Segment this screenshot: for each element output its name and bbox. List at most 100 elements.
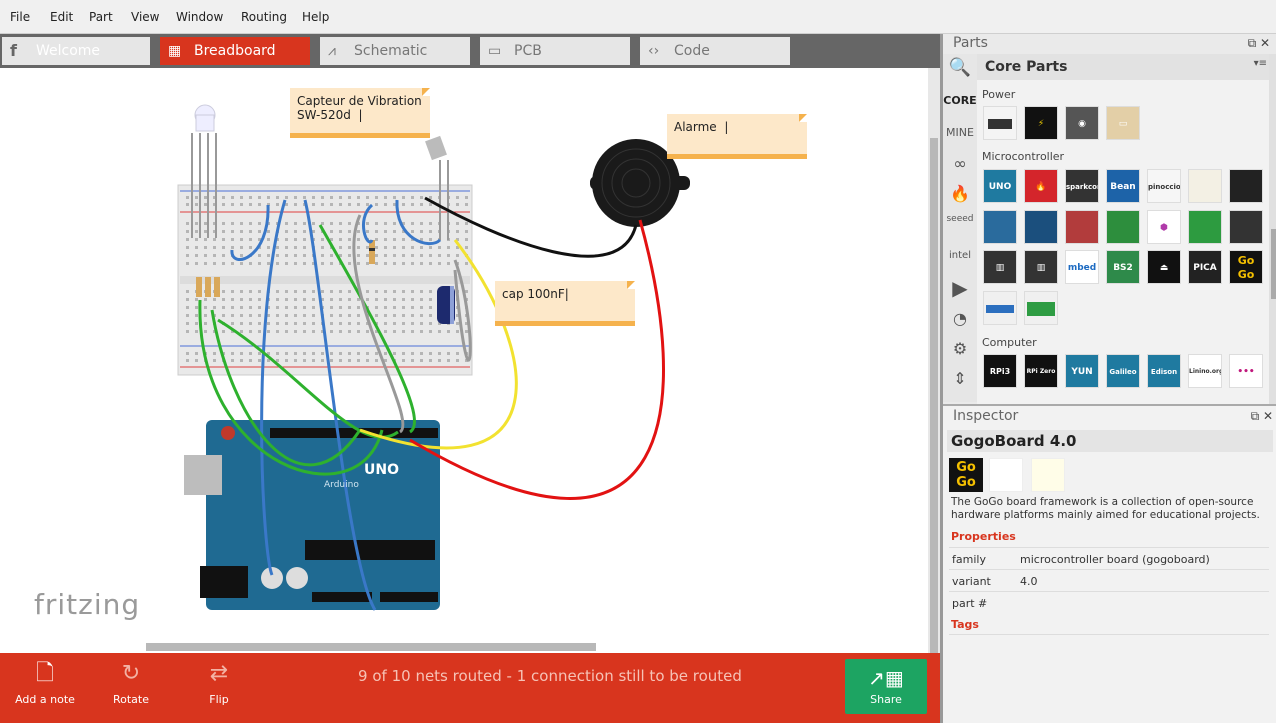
breadboard-hole	[411, 254, 414, 257]
part-pica[interactable]: PICA	[1188, 250, 1222, 284]
vertical-scroll-thumb[interactable]	[930, 138, 938, 658]
part-seeed-board[interactable]	[1188, 210, 1222, 244]
note-alarme[interactable]: Alarme |	[667, 114, 807, 159]
menu-routing[interactable]: Routing	[241, 10, 287, 24]
part-raspberry-pi-zero[interactable]: RPi Zero	[1024, 354, 1058, 388]
part-teensy[interactable]	[1188, 169, 1222, 203]
contrib-bin-icon[interactable]: ⚙	[943, 339, 977, 358]
breadboard-hole	[375, 290, 378, 293]
part-galileo[interactable]: Galileo	[1106, 354, 1140, 388]
part-red-board[interactable]	[1065, 210, 1099, 244]
tab-schematic[interactable]: ⩘ Schematic	[320, 37, 470, 65]
part-sparkcore[interactable]: sparkcore	[1065, 169, 1099, 203]
arduino-bin-icon[interactable]: ∞	[943, 154, 977, 173]
part-ic-board-2[interactable]: ▥	[1024, 250, 1058, 284]
menu-window[interactable]: Window	[176, 10, 223, 24]
arduino-uno[interactable]	[184, 420, 440, 610]
part-ic-board-1[interactable]: ▥	[983, 250, 1017, 284]
part-small-green-board[interactable]	[1024, 291, 1058, 325]
parts-panel-title: Parts	[953, 35, 988, 51]
property-variant-value[interactable]: 4.0	[1020, 575, 1038, 588]
breadboard-hole	[240, 196, 243, 199]
flip-button[interactable]: ⇄ Flip	[174, 653, 264, 706]
snootlab-bin-icon[interactable]: ◔	[943, 309, 977, 328]
more-bin-icon[interactable]: ⇕	[943, 369, 977, 388]
note-vibration-text[interactable]: Capteur de Vibration SW-520d |	[297, 94, 422, 122]
part-arduino-yun[interactable]: YUN	[1065, 354, 1099, 388]
breadboard-hole	[258, 330, 261, 333]
note-capacitor-text[interactable]: cap 100nF|	[502, 287, 569, 301]
breadboard-hole	[402, 322, 405, 325]
part-mini-board[interactable]	[1229, 169, 1263, 203]
breadboard-hole	[402, 254, 405, 257]
canvas-horizontal-scroll-thumb[interactable]	[146, 643, 596, 651]
menu-part[interactable]: Part	[89, 10, 113, 24]
part-power-supply[interactable]: ⚡	[1024, 106, 1058, 140]
menu-view[interactable]: View	[131, 10, 159, 24]
menu-edit[interactable]: Edit	[50, 10, 73, 24]
bin-menu-icon[interactable]: ▾≡	[1254, 58, 1267, 69]
part-sparkfun-board[interactable]: 🔥	[1024, 169, 1058, 203]
routing-status[interactable]: 9 of 10 nets routed - 1 connection still…	[300, 667, 800, 685]
part-fio-board[interactable]: ⬢	[1147, 210, 1181, 244]
parts-bin-strip: 🔍 CORE MINE ∞ 🔥 seeed intel ▶ ◔ ⚙ ⇕	[943, 54, 977, 402]
parts-scrollbar[interactable]	[1269, 54, 1276, 404]
part-pinoccio[interactable]: pinoccio	[1147, 169, 1181, 203]
note-alarme-text[interactable]: Alarme |	[674, 120, 728, 134]
breadboard-canvas[interactable]: Capteur de Vibration SW-520d | Alarme | …	[0, 68, 928, 653]
sparkfun-bin-icon[interactable]: 🔥	[943, 184, 977, 203]
part-battery-pack[interactable]	[983, 106, 1017, 140]
part-mbed[interactable]: mbed	[1065, 250, 1099, 284]
part-edison[interactable]: Edison	[1147, 354, 1181, 388]
part-picaxe[interactable]: ⏏	[1147, 250, 1181, 284]
canvas-vertical-scrollbar[interactable]	[928, 68, 940, 658]
note-capacitor[interactable]: cap 100nF|	[495, 281, 635, 326]
parts-panel-controls[interactable]: ⧉ ✕	[1248, 36, 1270, 51]
add-note-button[interactable]: 🗋 Add a note	[0, 653, 90, 706]
bin-core[interactable]: CORE	[943, 94, 977, 107]
menu-file[interactable]: File	[10, 10, 30, 24]
parts-search-icon[interactable]: 🔍	[943, 57, 977, 78]
property-family-value[interactable]: microcontroller board (gogoboard)	[1020, 553, 1210, 566]
part-green-board[interactable]	[1106, 210, 1140, 244]
breadboard-hole	[357, 238, 360, 241]
breadboard-hole	[294, 290, 297, 293]
part-arduino-mega[interactable]	[1024, 210, 1058, 244]
part-gogoboard[interactable]: Go Go	[1229, 250, 1263, 284]
breadboard-hole	[402, 352, 405, 355]
breadboard-hole	[258, 254, 261, 257]
tab-breadboard[interactable]: ▦ Breadboard	[160, 37, 310, 65]
bin-mine[interactable]: MINE	[943, 126, 977, 139]
part-bbb-board[interactable]: •••	[1229, 354, 1263, 388]
part-raspberry-pi-3[interactable]: RPi3	[983, 354, 1017, 388]
tab-pcb[interactable]: ▭ PCB	[480, 37, 630, 65]
tab-welcome[interactable]: f Welcome	[2, 37, 150, 65]
inspector-panel-controls[interactable]: ⧉ ✕	[1251, 409, 1273, 424]
parts-scroll-thumb[interactable]	[1271, 229, 1276, 299]
part-arduino-uno[interactable]: UNO	[983, 169, 1017, 203]
menu-help[interactable]: Help	[302, 10, 329, 24]
part-battery[interactable]: ▭	[1106, 106, 1140, 140]
capacitor[interactable]	[437, 286, 455, 324]
rotate-button[interactable]: ↻ Rotate	[86, 653, 176, 706]
intel-bin-icon[interactable]: intel	[943, 250, 977, 261]
breadboard-hole	[240, 330, 243, 333]
part-basic-stamp[interactable]: BS2	[1106, 250, 1140, 284]
part-arduino-nano[interactable]	[983, 210, 1017, 244]
arduino-brand-label: Arduino	[324, 480, 359, 490]
inspector-part-name[interactable]: GogoBoard 4.0	[951, 432, 1076, 450]
part-small-blue-board[interactable]	[983, 291, 1017, 325]
part-coin-cell[interactable]: ◉	[1065, 106, 1099, 140]
breadboard-hole	[357, 330, 360, 333]
breadboard-hole	[330, 203, 333, 206]
part-lightblue-bean[interactable]: Bean	[1106, 169, 1140, 203]
seeed-bin-icon[interactable]: seeed	[943, 214, 977, 224]
note-vibration-sensor[interactable]: Capteur de Vibration SW-520d |	[290, 88, 430, 138]
part-linino[interactable]: Linino.org	[1188, 354, 1222, 388]
share-button[interactable]: ↗▦ Share	[845, 659, 927, 714]
breadboard-hole	[285, 298, 288, 301]
part-shield-board[interactable]	[1229, 210, 1263, 244]
play-bin-icon[interactable]: ▶	[943, 276, 977, 300]
breadboard-hole	[411, 298, 414, 301]
tab-code[interactable]: ‹› Code	[640, 37, 790, 65]
